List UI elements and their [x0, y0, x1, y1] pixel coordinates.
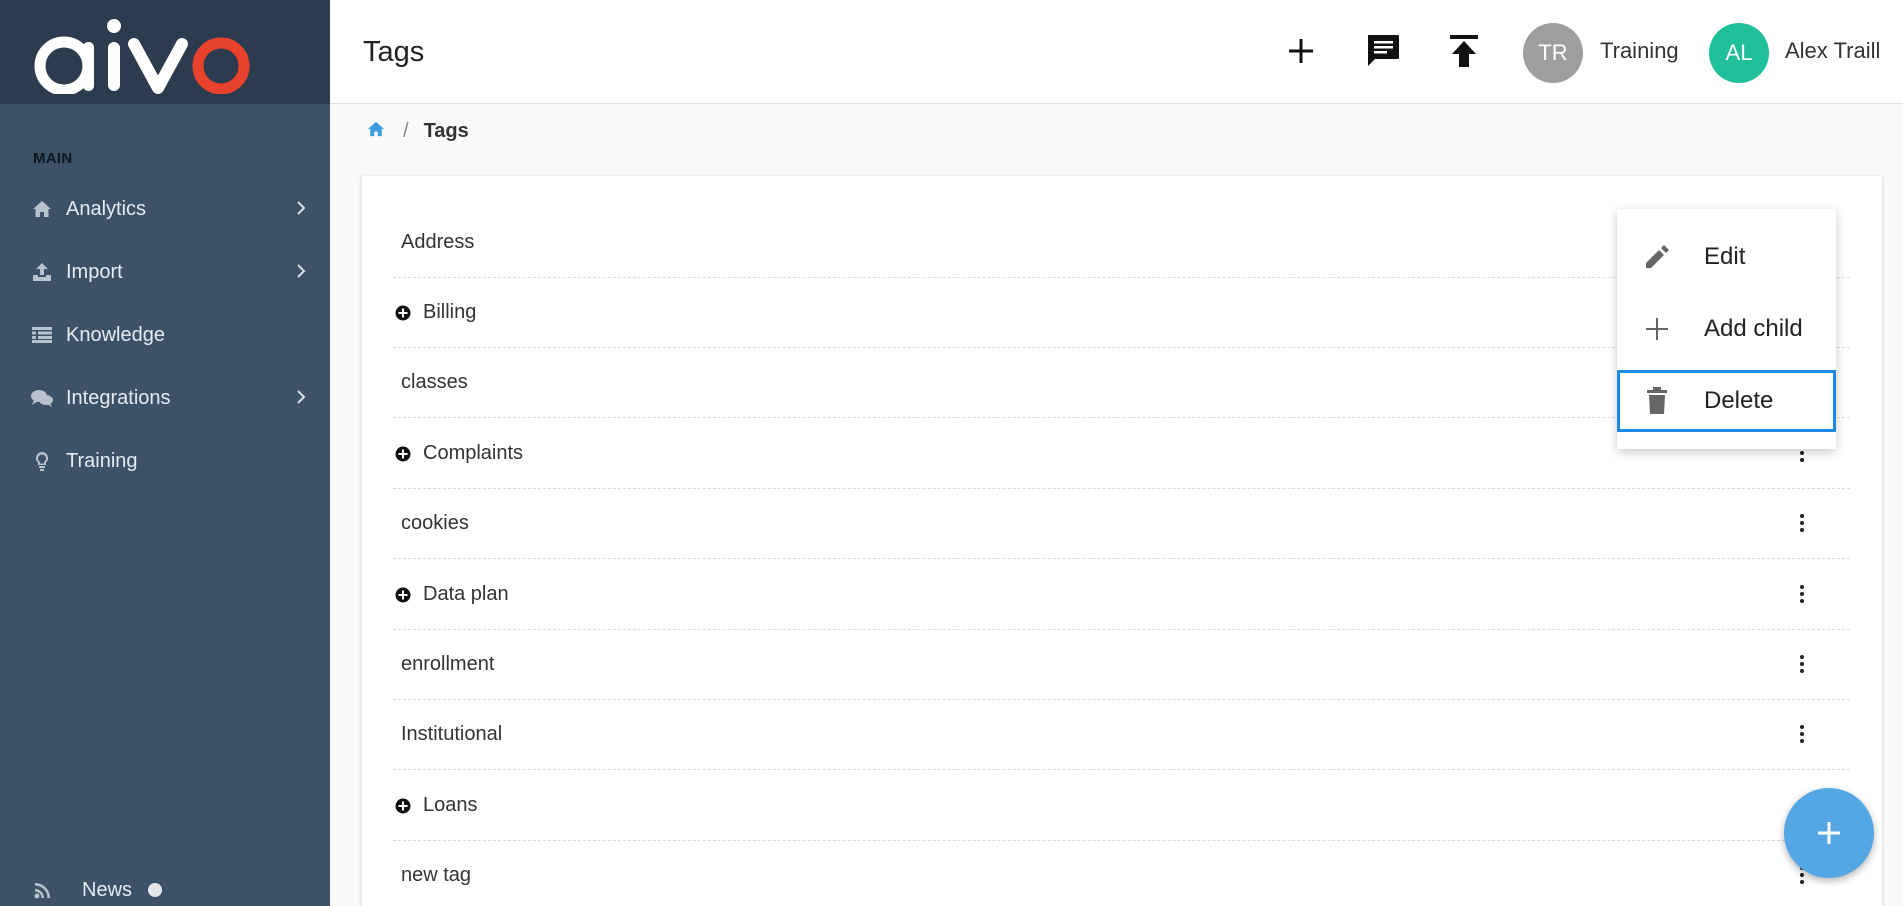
tag-row[interactable]: Data plan — [393, 560, 1850, 630]
user-name[interactable]: Alex Traill — [1785, 38, 1880, 64]
expand-circle-icon[interactable] — [395, 587, 411, 603]
tag-row[interactable]: cookies — [393, 489, 1850, 559]
nav-section-main: MAIN — [33, 150, 73, 167]
page-title: Tags — [363, 36, 425, 68]
logo-area — [0, 0, 330, 104]
publish-icon[interactable] — [1445, 32, 1483, 70]
tag-row[interactable]: Institutional — [393, 700, 1850, 770]
home-icon[interactable] — [367, 120, 385, 143]
expand-circle-icon[interactable] — [395, 305, 411, 321]
breadcrumb-current: Tags — [423, 119, 469, 142]
menu-item-add-child[interactable]: Add child — [1617, 298, 1836, 360]
sidebar-item-analytics[interactable]: Analytics — [0, 189, 330, 229]
top-header: Tags TR Training AL Alex Traill — [330, 0, 1903, 104]
tag-label: Institutional — [401, 723, 503, 745]
add-tag-fab[interactable] — [1784, 788, 1874, 878]
add-icon[interactable] — [1282, 32, 1320, 70]
sidebar-item-label: Knowledge — [66, 323, 165, 346]
expand-circle-icon[interactable] — [395, 446, 411, 462]
rss-icon — [32, 879, 54, 901]
workspace-initials: TR — [1538, 40, 1568, 65]
home-icon — [31, 198, 53, 220]
lightbulb-icon — [31, 450, 53, 472]
upload-icon — [31, 261, 53, 283]
tag-label: Data plan — [423, 583, 509, 605]
menu-item-label: Delete — [1704, 387, 1774, 414]
aivo-logo[interactable] — [32, 14, 262, 94]
sidebar: MAIN Analytics Import Knowledge Integrat… — [0, 0, 330, 906]
tag-row[interactable]: enrollment — [393, 630, 1850, 700]
sidebar-item-label: News — [82, 878, 133, 901]
tag-label: Address — [401, 231, 475, 253]
tag-label: Complaints — [423, 442, 524, 464]
plus-icon — [1818, 822, 1840, 844]
list-icon — [31, 324, 53, 346]
plus-icon — [1642, 314, 1672, 344]
sidebar-item-training[interactable]: Training — [0, 441, 330, 481]
tag-row[interactable]: Loans — [393, 771, 1850, 841]
user-initials: AL — [1725, 40, 1753, 65]
tag-label: classes — [401, 371, 468, 393]
sidebar-item-label: Import — [66, 260, 123, 283]
sidebar-item-label: Training — [66, 449, 138, 472]
menu-item-edit[interactable]: Edit — [1617, 226, 1836, 288]
chevron-right-icon — [297, 390, 306, 404]
tag-label: enrollment — [401, 653, 495, 675]
tag-row[interactable]: new tag — [393, 841, 1850, 906]
breadcrumb: / Tags — [367, 116, 469, 146]
sidebar-item-label: Analytics — [66, 197, 147, 220]
menu-item-delete[interactable]: Delete — [1617, 370, 1836, 432]
menu-item-label: Add child — [1704, 315, 1803, 342]
more-vert-icon[interactable] — [1790, 652, 1814, 676]
tag-label: Loans — [423, 794, 478, 816]
breadcrumb-separator: / — [403, 119, 409, 142]
sidebar-item-label: Integrations — [66, 386, 171, 409]
comments-icon — [31, 387, 53, 409]
news-indicator-dot — [148, 883, 163, 897]
sidebar-item-knowledge[interactable]: Knowledge — [0, 315, 330, 355]
sidebar-item-import[interactable]: Import — [0, 252, 330, 292]
workspace-avatar[interactable]: TR — [1523, 23, 1583, 83]
sidebar-item-news[interactable]: News — [0, 870, 330, 906]
more-vert-icon[interactable] — [1790, 582, 1814, 606]
message-icon[interactable] — [1364, 32, 1402, 70]
pencil-icon — [1642, 242, 1672, 272]
tag-label: new tag — [401, 864, 472, 886]
tag-context-menu: Edit Add child Delete — [1617, 209, 1836, 449]
tag-label: cookies — [401, 512, 469, 534]
user-avatar[interactable]: AL — [1709, 23, 1769, 83]
trash-icon — [1642, 386, 1672, 416]
chevron-right-icon — [297, 264, 306, 278]
workspace-name[interactable]: Training — [1600, 38, 1679, 64]
tag-label: Billing — [423, 301, 477, 323]
chevron-right-icon — [297, 201, 306, 215]
more-vert-icon[interactable] — [1790, 722, 1814, 746]
expand-circle-icon[interactable] — [395, 798, 411, 814]
menu-item-label: Edit — [1704, 243, 1746, 270]
sidebar-item-integrations[interactable]: Integrations — [0, 378, 330, 418]
more-vert-icon[interactable] — [1790, 511, 1814, 535]
